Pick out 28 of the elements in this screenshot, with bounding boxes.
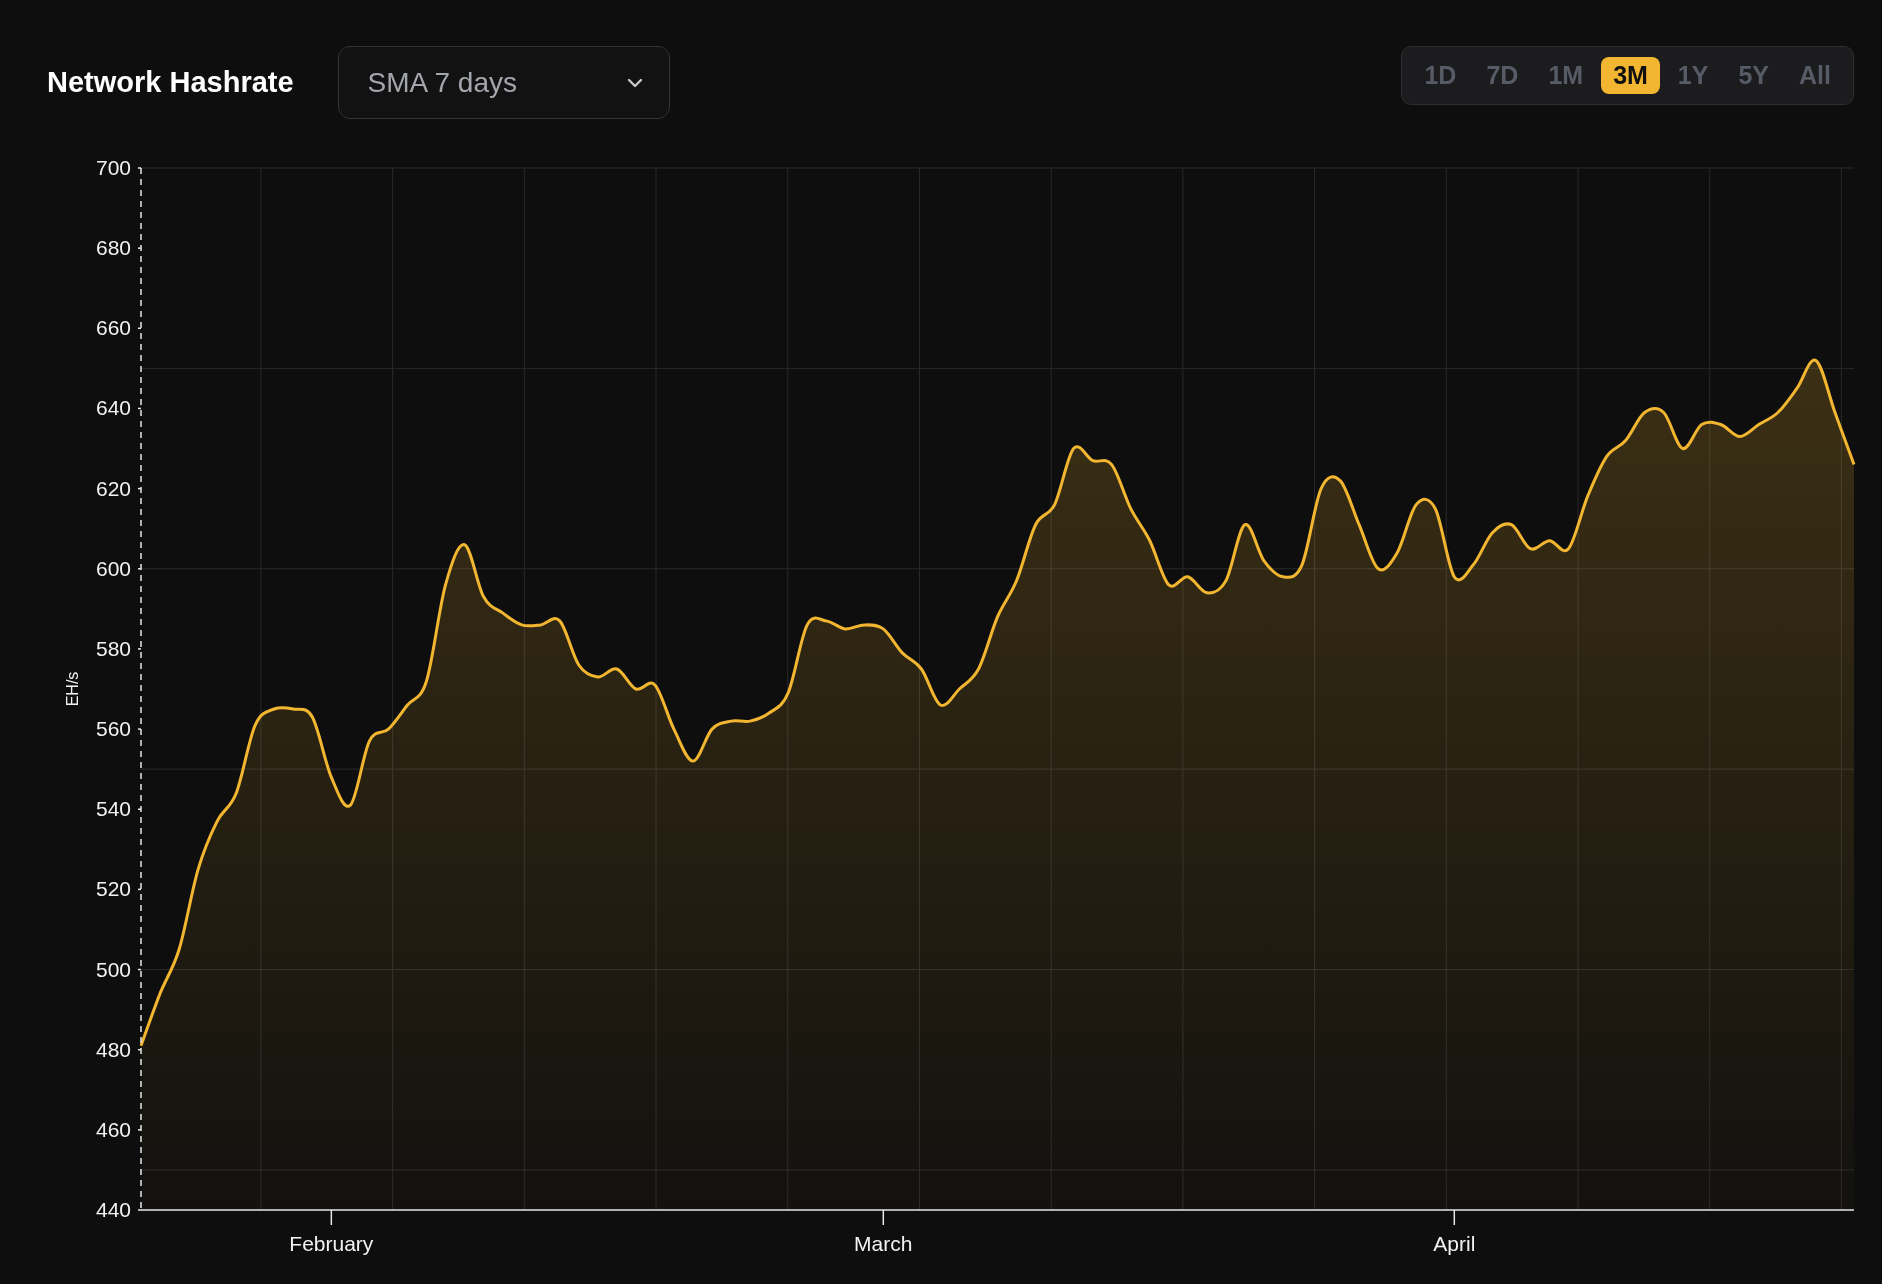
time-range-tab[interactable]: 5Y xyxy=(1726,57,1782,94)
y-axis-label: 540 xyxy=(95,797,131,821)
y-axis-title: EH/s xyxy=(64,671,81,707)
y-axis-label: 640 xyxy=(95,396,131,420)
y-axis-label: 440 xyxy=(95,1198,131,1221)
y-axis-label: 460 xyxy=(95,1117,131,1141)
time-range-tab[interactable]: 7D xyxy=(1474,57,1531,94)
y-axis-label: 600 xyxy=(95,556,131,580)
y-axis-label: 560 xyxy=(95,717,131,741)
chevron-down-icon xyxy=(626,77,643,88)
time-range-tab[interactable]: 1D xyxy=(1412,57,1469,94)
time-range-tab[interactable]: All xyxy=(1787,57,1843,94)
x-axis-label: February xyxy=(289,1232,374,1255)
y-axis-label: 480 xyxy=(95,1037,131,1061)
y-axis-label: 500 xyxy=(95,957,131,981)
time-range-tab[interactable]: 1Y xyxy=(1665,57,1721,94)
y-axis-label: 700 xyxy=(95,156,131,179)
x-axis-label: March xyxy=(854,1232,913,1255)
y-axis-label: 680 xyxy=(95,236,131,260)
x-axis-label: April xyxy=(1433,1232,1476,1255)
y-axis-label: 660 xyxy=(95,316,131,340)
y-axis-label: 520 xyxy=(95,877,131,901)
average-dropdown[interactable]: SMA 7 days xyxy=(337,46,670,119)
y-axis-label: 620 xyxy=(95,476,131,500)
y-axis-label: 580 xyxy=(95,636,131,660)
time-range-tab[interactable]: 3M xyxy=(1601,57,1660,94)
chart-title: Network Hashrate xyxy=(47,66,294,99)
time-range-tab[interactable]: 1M xyxy=(1536,57,1596,94)
